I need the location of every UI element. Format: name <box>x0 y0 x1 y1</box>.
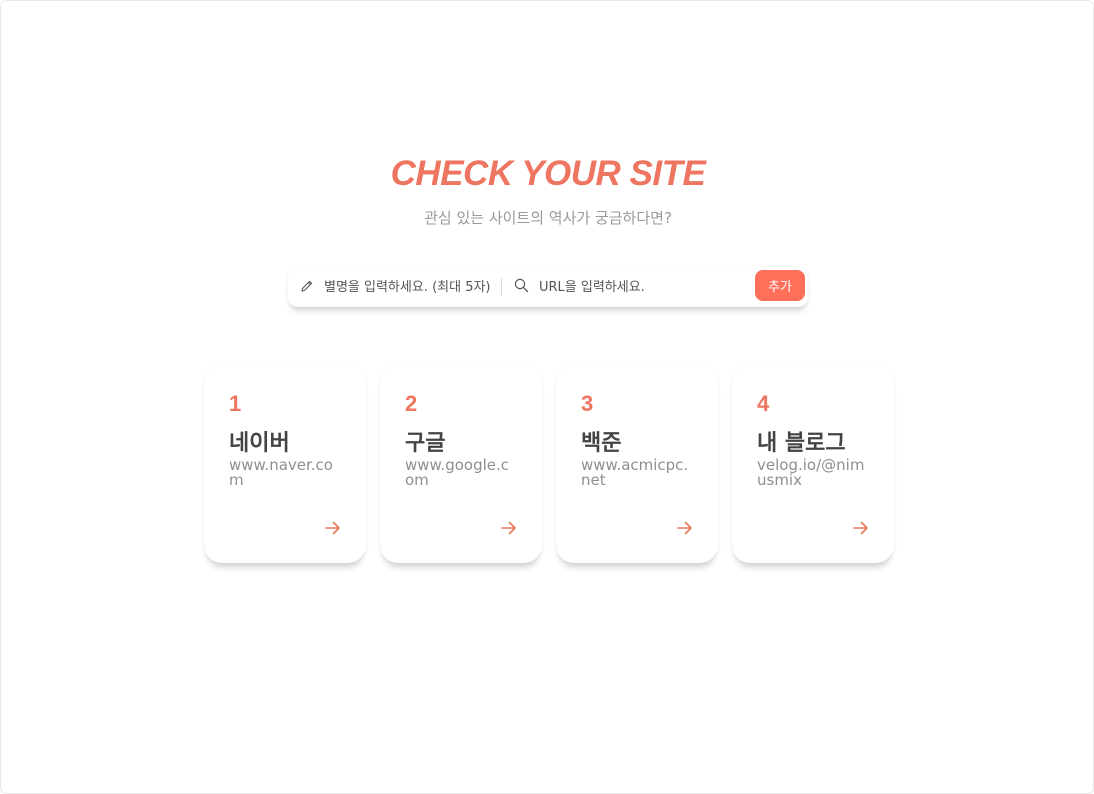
site-card-url: www.acmicpc.net <box>581 456 689 489</box>
arrow-right-icon[interactable] <box>677 520 693 535</box>
site-card-url: www.google.com <box>405 456 510 489</box>
search-icon <box>514 278 529 297</box>
site-card-name: 네이버 <box>229 431 290 456</box>
arrow-right-icon[interactable] <box>853 520 869 535</box>
site-card-name: 백준 <box>581 431 622 456</box>
pencil-icon <box>300 278 314 297</box>
site-card-url: velog.io/@nimusmix <box>757 456 865 489</box>
site-card[interactable]: 3 백준 www.acmicpc.net <box>556 365 718 563</box>
site-card[interactable]: 1 네이버 www.naver.com <box>204 365 366 563</box>
url-field-group <box>514 267 752 307</box>
site-card[interactable]: 2 구글 www.google.com <box>380 365 542 563</box>
site-card-name: 구글 <box>405 431 446 456</box>
site-card-name: 내 블로그 <box>757 431 846 456</box>
nickname-input[interactable] <box>324 279 498 295</box>
nickname-field-group <box>300 267 498 307</box>
arrow-right-icon[interactable] <box>325 520 341 535</box>
site-card-url: www.naver.com <box>229 456 333 489</box>
url-input[interactable] <box>539 279 752 295</box>
field-divider <box>501 278 502 296</box>
site-card-number: 1 <box>229 391 242 416</box>
add-button[interactable]: 추가 <box>755 270 805 301</box>
page-subtitle: 관심 있는 사이트의 역사가 궁금하다면? <box>424 209 672 227</box>
page-frame: CHECK YOUR SITE 관심 있는 사이트의 역사가 궁금하다면? 추가 <box>0 0 1094 794</box>
site-card-number: 2 <box>405 391 418 416</box>
site-card[interactable]: 4 내 블로그 velog.io/@nimusmix <box>732 365 894 563</box>
arrow-right-icon[interactable] <box>501 520 517 535</box>
page-title: CHECK YOUR SITE <box>390 154 706 193</box>
add-site-form: 추가 <box>288 267 808 307</box>
site-card-number: 3 <box>581 391 594 416</box>
site-card-number: 4 <box>757 391 770 416</box>
site-card-list: 1 네이버 www.naver.com 2 구글 www.google.com … <box>204 365 894 563</box>
